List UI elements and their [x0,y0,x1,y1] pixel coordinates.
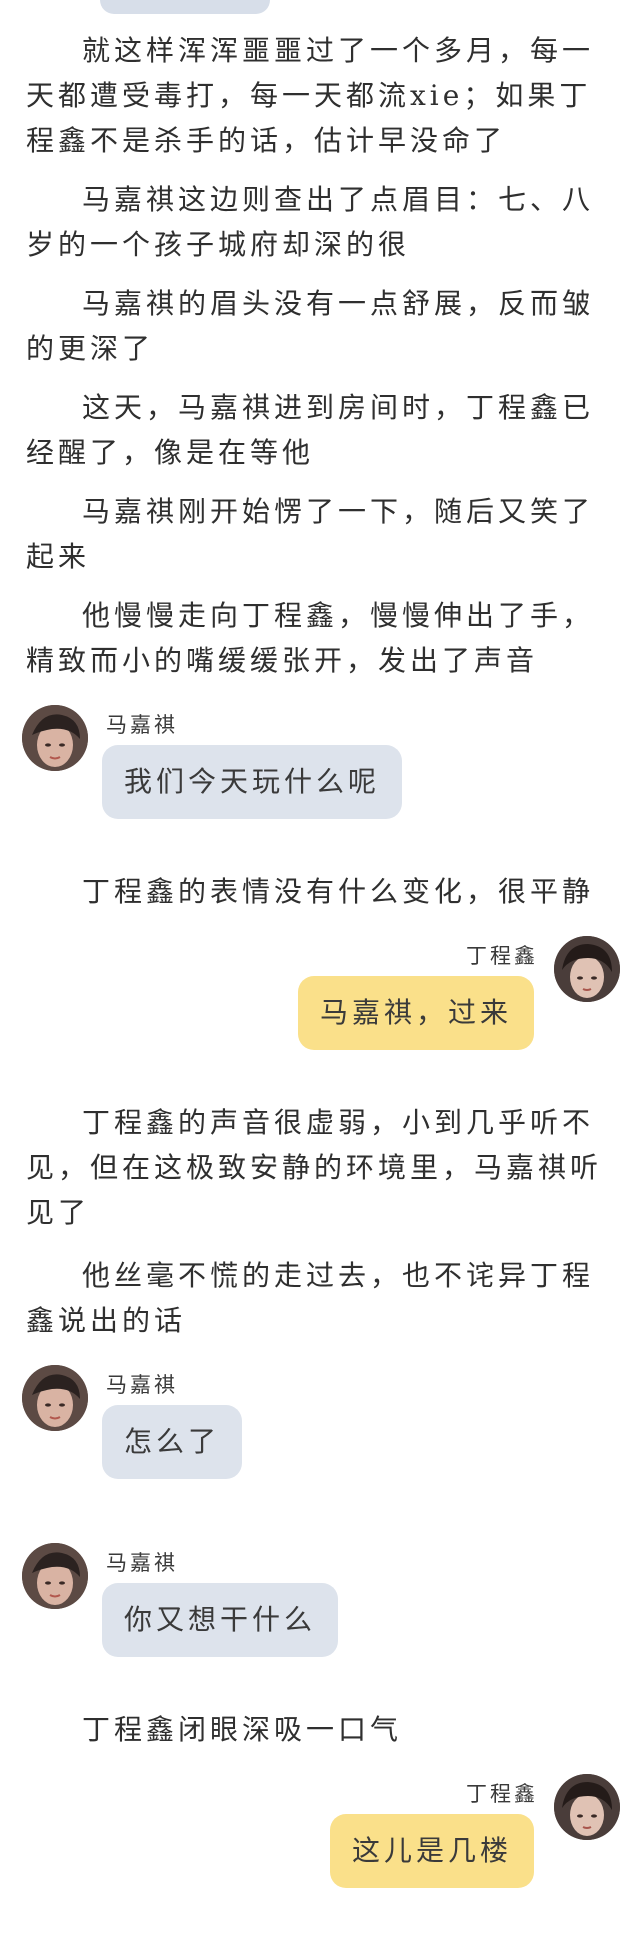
sender-name: 马嘉祺 [106,1551,178,1575]
avatar[interactable] [554,936,620,1002]
avatar[interactable] [554,1774,620,1840]
story-paragraph: 丁程鑫闭眼深吸一口气 [82,1713,403,1746]
story-paragraph: 就这样浑浑噩噩过了一个多月，每一天都遭受毒打，每一天都流xie；如果丁程鑫不是杀… [26,34,595,157]
avatar-photo-icon [22,705,88,771]
message-bubble[interactable]: 怎么了 [102,1405,243,1479]
story-paragraph: 丁程鑫的表情没有什么变化，很平静 [82,875,595,908]
avatar-photo-icon [22,1543,88,1609]
chat-message-left: 马嘉祺 怎么了 [0,1365,640,1521]
chat-story-feed: 就这样浑浑噩噩过了一个多月，每一天都遭受毒打，每一天都流xie；如果丁程鑫不是杀… [0,28,640,1938]
sender-name: 丁程鑫 [466,944,538,968]
message-bubble[interactable]: 这儿是几楼 [329,1814,534,1888]
story-paragraph: 他慢慢走向丁程鑫，慢慢伸出了手，精致而小的嘴缓缓张开，发出了声音 [26,599,595,677]
message-bubble[interactable]: 我们今天玩什么呢 [102,745,403,819]
story-paragraph: 马嘉祺刚开始愣了一下，随后又笑了起来 [26,495,595,573]
sender-name: 马嘉祺 [106,713,178,737]
message-bubble[interactable]: 马嘉祺，过来 [297,976,534,1050]
chat-message-right: 丁程鑫 马嘉祺，过来 [0,936,640,1092]
message-bubble[interactable]: 你又想干什么 [102,1583,339,1657]
avatar-photo-icon [554,936,620,1002]
chat-message-left: 马嘉祺 我们今天玩什么呢 [0,705,640,861]
chat-message-right: 丁程鑫 这儿是几楼 [0,1774,640,1930]
chat-message-left: 马嘉祺 你又想干什么 [0,1543,640,1699]
sender-name: 丁程鑫 [466,1782,538,1806]
story-paragraph: 马嘉祺这边则查出了点眉目：七、八岁的一个孩子城府却深的很 [26,183,595,261]
story-paragraph: 丁程鑫的声音很虚弱，小到几乎听不见，但在这极致安静的环境里，马嘉祺听见了 [26,1106,603,1229]
sender-name: 马嘉祺 [106,1373,178,1397]
avatar[interactable] [22,705,88,771]
avatar[interactable] [22,1365,88,1431]
avatar[interactable] [22,1543,88,1609]
story-paragraph: 马嘉祺的眉头没有一点舒展，反而皱的更深了 [26,287,595,365]
avatar-photo-icon [554,1774,620,1840]
story-paragraph: 这天，马嘉祺进到房间时，丁程鑫已经醒了，像是在等他 [26,391,595,469]
previous-message-bubble [100,0,270,14]
story-paragraph: 他丝毫不慌的走过去，也不诧异丁程鑫说出的话 [26,1259,595,1337]
avatar-photo-icon [22,1365,88,1431]
